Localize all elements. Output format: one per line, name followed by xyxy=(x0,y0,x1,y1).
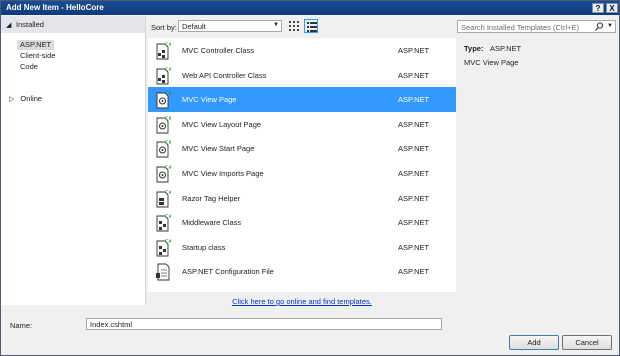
template-row[interactable]: C# Razor Tag Helper ASP.NET xyxy=(148,186,456,211)
razor-page-icon: C# xyxy=(156,165,171,183)
template-language: ASP.NET xyxy=(398,95,430,105)
config-file-icon xyxy=(156,263,170,281)
template-name: MVC View Start Page xyxy=(182,144,255,154)
expanded-arrow-icon[interactable]: ◢ xyxy=(6,21,11,29)
svg-text:C#: C# xyxy=(165,91,171,97)
svg-text:C#: C# xyxy=(165,140,171,146)
class-icon: C# xyxy=(156,214,171,232)
search-placeholder: Search Installed Templates (Ctrl+E) xyxy=(461,23,580,32)
template-name: Web API Controller Class xyxy=(182,70,267,80)
template-row[interactable]: C# MVC View Imports Page ASP.NET xyxy=(148,161,456,186)
template-row[interactable]: C# Middleware Class ASP.NET xyxy=(148,210,456,235)
template-language: ASP.NET xyxy=(398,267,430,277)
razor-page-icon: C# xyxy=(156,91,171,109)
tree-node-online[interactable]: ▷ Online xyxy=(9,94,42,103)
name-label: Name: xyxy=(10,321,33,330)
template-name: Razor Tag Helper xyxy=(182,193,241,203)
template-row[interactable]: C# Startup class ASP.NET xyxy=(148,235,456,260)
template-language: ASP.NET xyxy=(398,169,430,178)
name-input[interactable]: Index.cshtml xyxy=(86,318,442,330)
tree-item-client-side[interactable]: Client-side xyxy=(20,51,55,61)
template-row[interactable]: C# MVC View Start Page ASP.NET xyxy=(148,136,456,161)
tag-helper-icon: C# xyxy=(156,190,171,208)
type-value: ASP.NET xyxy=(490,44,522,53)
collapsed-arrow-icon[interactable]: ▷ xyxy=(9,96,14,103)
controller-class-icon: C# xyxy=(156,42,171,60)
tree-node-label[interactable]: Online xyxy=(20,94,42,103)
search-templates-input[interactable]: Search Installed Templates (Ctrl+E) ▼ xyxy=(457,20,616,33)
template-name: ASP.NET Configuration File xyxy=(182,267,274,277)
template-row[interactable]: ASP.NET Configuration File ASP.NET xyxy=(148,259,456,284)
svg-text:C#: C# xyxy=(165,67,171,73)
type-label: Type: xyxy=(464,44,484,53)
template-name: MVC View Layout Page xyxy=(182,119,262,129)
add-button[interactable]: Add xyxy=(509,335,559,350)
template-name: Startup class xyxy=(182,242,226,252)
template-row[interactable]: C# MVC Controller Class ASP.NET xyxy=(148,38,456,63)
class-icon: C# xyxy=(156,239,171,257)
svg-text:C#: C# xyxy=(165,190,171,196)
category-tree: ◢ Installed ASP.NET Client-side Code ▷ On… xyxy=(1,16,146,305)
chevron-down-icon: ▼ xyxy=(273,22,279,28)
razor-page-icon: C# xyxy=(156,140,171,158)
template-language: ASP.NET xyxy=(398,218,430,228)
template-row[interactable]: C# MVC View Page ASP.NET xyxy=(148,87,456,113)
razor-page-icon: C# xyxy=(156,116,171,134)
template-language: ASP.NET xyxy=(398,119,430,129)
chevron-down-icon[interactable]: ▼ xyxy=(607,23,613,29)
sort-by-label: Sort by: xyxy=(151,23,177,32)
window-title: Add New Item - HelloCore xyxy=(6,3,104,12)
search-icon[interactable] xyxy=(595,22,604,31)
add-new-item-dialog: Add New Item - HelloCore ? X ◢ Installed… xyxy=(0,0,620,356)
small-icons-view-button[interactable] xyxy=(287,19,301,33)
template-language: ASP.NET xyxy=(398,70,430,80)
template-language: ASP.NET xyxy=(398,144,430,154)
name-input-value: Index.cshtml xyxy=(90,320,133,329)
template-description: MVC View Page xyxy=(464,58,519,67)
sort-by-value: Default xyxy=(182,22,206,31)
tree-item-aspnet[interactable]: ASP.NET xyxy=(17,40,55,50)
template-row[interactable]: C# Web API Controller Class ASP.NET xyxy=(148,63,456,88)
template-list: C# MVC Controller Class ASP.NET C# Web API C… xyxy=(148,38,456,292)
tree-node-label[interactable]: Installed xyxy=(16,20,44,29)
grid-view-icon xyxy=(289,21,299,31)
svg-text:C#: C# xyxy=(165,165,171,171)
cancel-button[interactable]: Cancel xyxy=(562,335,612,350)
details-pane: Search Installed Templates (Ctrl+E) ▼ Ty… xyxy=(457,16,619,305)
title-bar: Add New Item - HelloCore ? X xyxy=(1,1,619,15)
svg-text:C#: C# xyxy=(165,42,171,48)
template-name: MVC View Page xyxy=(182,95,237,105)
close-button[interactable]: X xyxy=(606,3,618,13)
help-button[interactable]: ? xyxy=(592,3,604,13)
template-name: MVC Controller Class xyxy=(182,46,255,55)
list-view-icon xyxy=(307,22,317,32)
svg-text:C#: C# xyxy=(165,214,171,220)
template-language: ASP.NET xyxy=(398,193,430,203)
template-row[interactable]: C# MVC View Layout Page ASP.NET xyxy=(148,112,456,137)
tree-item-code[interactable]: Code xyxy=(20,62,38,72)
template-name: Middleware Class xyxy=(182,218,242,228)
find-templates-online-link[interactable]: Click here to go online and find templat… xyxy=(148,297,456,306)
svg-text:C#: C# xyxy=(165,116,171,122)
list-view-button[interactable] xyxy=(304,19,318,33)
svg-text:C#: C# xyxy=(165,239,171,245)
template-language: ASP.NET xyxy=(398,242,430,252)
toolbar: Sort by: Default ▼ xyxy=(147,16,454,38)
tree-node-installed[interactable]: ◢ Installed xyxy=(1,16,145,33)
sort-by-select[interactable]: Default ▼ xyxy=(178,20,282,32)
template-name: MVC View Imports Page xyxy=(182,169,264,178)
template-language: ASP.NET xyxy=(398,46,430,55)
controller-class-icon: C# xyxy=(156,67,171,85)
